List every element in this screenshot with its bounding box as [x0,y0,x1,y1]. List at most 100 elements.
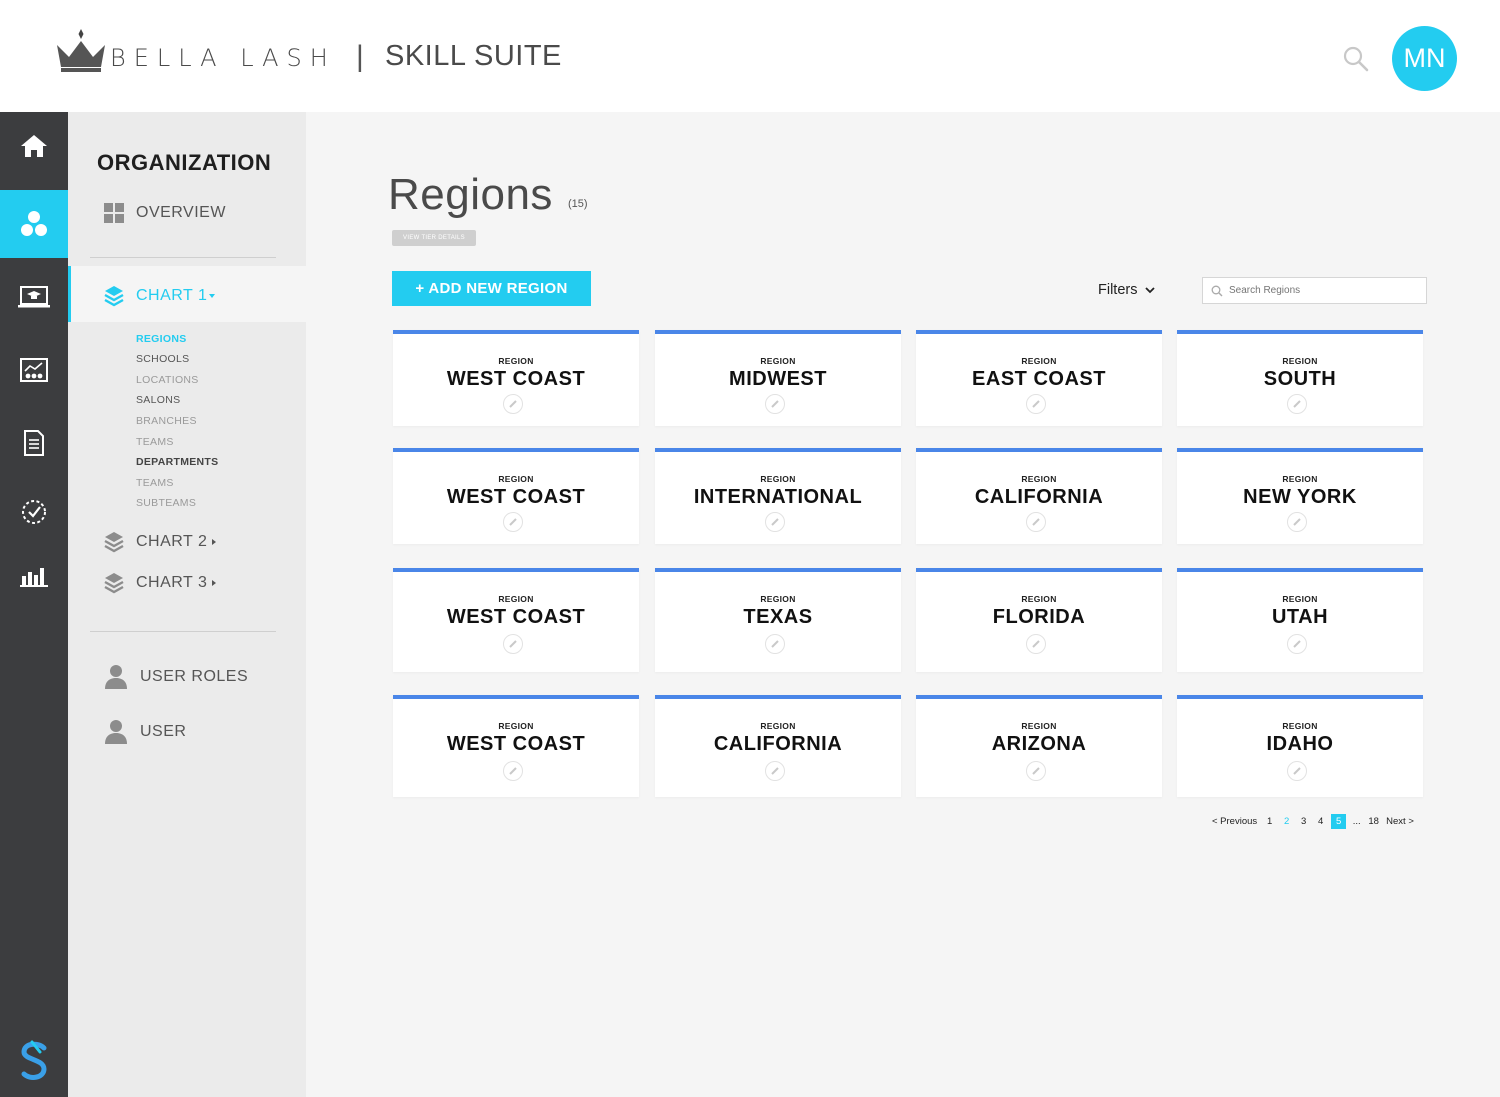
region-card[interactable]: REGION NEW YORK [1177,448,1423,544]
subitem-teams[interactable]: TEAMS [136,436,174,448]
region-card-name: ARIZONA [991,733,1087,755]
subitem-schools[interactable]: SCHOOLS [136,353,189,365]
pencil-icon[interactable] [1287,512,1307,532]
user-avatar[interactable]: MN [1392,26,1457,91]
pagination-page[interactable]: 2 [1278,814,1295,829]
region-card[interactable]: REGION TEXAS [655,568,901,672]
sidenav-item-chart2[interactable]: CHART 2 [104,531,217,553]
region-card[interactable]: REGION CALIFORNIA [916,448,1162,544]
pagination: < Previous 1 2 3 4 5 ... 18 Next > [1208,814,1418,829]
region-card[interactable]: REGION CALIFORNIA [655,695,901,797]
product-name: SKILL SUITE [385,40,562,72]
region-card[interactable]: REGION MIDWEST [655,330,901,426]
pagination-previous[interactable]: < Previous [1212,816,1257,827]
region-card[interactable]: REGION WEST COAST [393,448,639,544]
region-card[interactable]: REGION IDAHO [1177,695,1423,797]
subitem-regions[interactable]: REGIONS [136,333,187,345]
search-regions-field[interactable] [1202,277,1427,304]
region-card-kicker: REGION [1282,356,1318,366]
subitem-departments[interactable]: DEPARTMENTS [136,456,218,468]
search-regions-input[interactable] [1229,285,1409,296]
rail-reports-button[interactable] [0,542,68,610]
region-card-name: INTERNATIONAL [693,486,863,508]
region-card[interactable]: REGION INTERNATIONAL [655,448,901,544]
pagination-next[interactable]: Next > [1386,816,1414,827]
region-card[interactable]: REGION FLORIDA [916,568,1162,672]
region-card-kicker: REGION [1282,594,1318,604]
region-card[interactable]: REGION WEST COAST [393,330,639,426]
subitem-salons[interactable]: SALONS [136,394,180,406]
sidenav-item-chart1[interactable]: CHART 1 [104,285,216,307]
sidenav-item-label: OVERVIEW [136,204,226,221]
region-card-name: WEST COAST [446,368,586,390]
region-card-name: CALIFORNIA [713,733,843,755]
pencil-icon[interactable] [765,634,785,654]
checklist-icon [22,500,46,524]
home-icon [21,135,47,157]
pagination-page[interactable]: 4 [1312,814,1329,829]
caret-right-icon [212,580,217,586]
pencil-icon[interactable] [765,394,785,414]
region-card-name: WEST COAST [446,733,586,755]
sidenav-item-overview[interactable]: OVERVIEW [104,203,226,223]
pencil-icon[interactable] [503,394,523,414]
region-card-kicker: REGION [1282,474,1318,484]
region-card-kicker: REGION [1021,474,1057,484]
chevron-down-icon [1145,286,1156,293]
region-card[interactable]: REGION WEST COAST [393,695,639,797]
subitem-subteams[interactable]: SUBTEAMS [136,497,196,509]
pencil-icon[interactable] [503,634,523,654]
region-card[interactable]: REGION UTAH [1177,568,1423,672]
sidenav-item-chart3[interactable]: CHART 3 [104,572,217,594]
region-card-name: IDAHO [1266,733,1334,755]
region-card-name: WEST COAST [446,486,586,508]
pencil-icon[interactable] [1287,761,1307,781]
region-card[interactable]: REGION SOUTH [1177,330,1423,426]
subitem-teams-2[interactable]: TEAMS [136,477,174,489]
rail-documents-button[interactable] [0,409,68,477]
pagination-page[interactable]: 1 [1261,814,1278,829]
rail-organization-button[interactable] [0,190,68,258]
pencil-icon[interactable] [1026,512,1046,532]
pencil-icon[interactable] [1287,634,1307,654]
layers-icon [104,286,124,307]
rail-home-button[interactable] [0,112,68,180]
region-card-name: MIDWEST [729,368,827,390]
pencil-icon[interactable] [1026,634,1046,654]
region-card-kicker: REGION [760,721,796,731]
region-card-kicker: REGION [760,356,796,366]
rail-classroom-button[interactable] [0,337,68,405]
sidenav-item-user-roles[interactable]: USER ROLES [104,664,248,690]
pagination-page[interactable]: 18 [1365,814,1382,829]
region-card-kicker: REGION [1021,721,1057,731]
pencil-icon[interactable] [765,761,785,781]
person-icon [105,720,127,744]
filters-dropdown[interactable]: Filters [1098,282,1156,298]
layers-icon [104,573,124,594]
region-card-kicker: REGION [1021,356,1057,366]
view-tier-details-button[interactable]: VIEW TIER DETAILS [392,230,476,246]
pagination-current-page[interactable]: 5 [1331,814,1347,829]
region-card[interactable]: REGION WEST COAST [393,568,639,672]
region-card-kicker: REGION [1282,721,1318,731]
rail-courses-button[interactable] [0,263,68,331]
region-card-name: TEXAS [743,606,813,628]
sidenav-item-user[interactable]: USER [104,719,186,745]
pencil-icon[interactable] [1026,761,1046,781]
top-header: BELLA LASH | SKILL SUITE MN [0,0,1500,112]
add-new-region-button[interactable]: + ADD NEW REGION [392,271,591,306]
region-card-kicker: REGION [760,594,796,604]
region-card[interactable]: REGION ARIZONA [916,695,1162,797]
subitem-branches[interactable]: BRANCHES [136,415,197,427]
presentation-icon [20,358,48,382]
subitem-locations[interactable]: LOCATIONS [136,374,199,386]
pencil-icon[interactable] [765,512,785,532]
search-icon[interactable] [1340,43,1372,75]
pencil-icon[interactable] [1026,394,1046,414]
region-card[interactable]: REGION EAST COAST [916,330,1162,426]
pagination-page[interactable]: 3 [1295,814,1312,829]
pencil-icon[interactable] [503,512,523,532]
pencil-icon[interactable] [503,761,523,781]
pencil-icon[interactable] [1287,394,1307,414]
rail-assessments-button[interactable] [0,478,68,546]
